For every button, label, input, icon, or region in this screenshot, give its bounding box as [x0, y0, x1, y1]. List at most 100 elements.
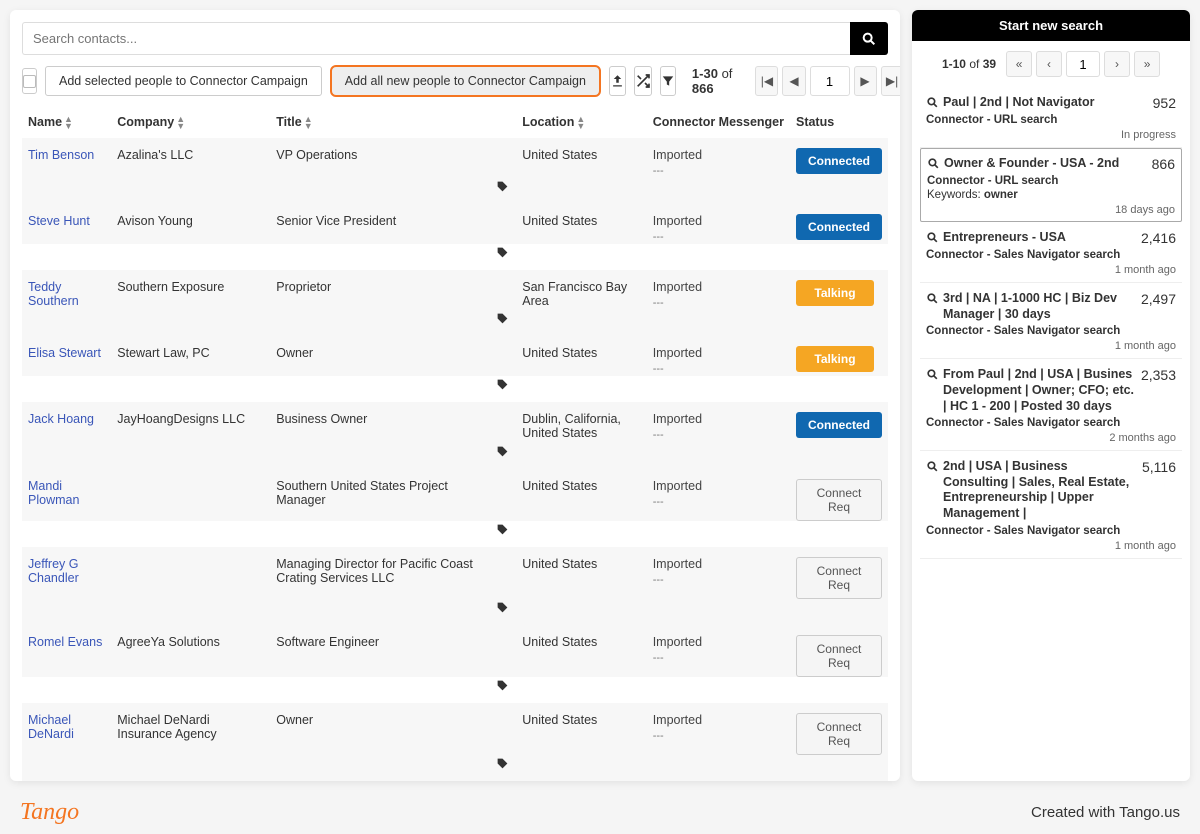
saved-title-text: 3rd | NA | 1-1000 HC | Biz Dev Manager |… — [943, 291, 1135, 322]
connect-req-button[interactable]: Connect Req — [796, 713, 882, 755]
saved-keywords: Keywords: owner — [927, 189, 1175, 201]
contact-name-link[interactable]: Romel Evans — [28, 635, 102, 649]
location-cell: United States — [516, 138, 646, 178]
messenger-cell: Imported--- — [647, 138, 790, 178]
pagination: 1-30 of 866 |◀ ◀ ▶ ▶| — [692, 66, 900, 96]
page-total: 866 — [692, 81, 714, 96]
export-button[interactable] — [609, 66, 626, 96]
contact-name-link[interactable]: Jeffrey G Chandler — [28, 557, 79, 585]
contact-name-link[interactable]: Elisa Stewart — [28, 346, 101, 360]
company-cell: AgreeYa Solutions — [111, 625, 270, 677]
status-badge[interactable]: Connected — [796, 412, 882, 438]
search-icon — [861, 31, 877, 47]
side-page-input[interactable] — [1066, 51, 1100, 77]
tag-icon[interactable] — [496, 601, 510, 614]
contact-name-link[interactable]: Steve Hunt — [28, 214, 90, 228]
tag-icon[interactable] — [496, 523, 510, 536]
table-row: Teddy Southern Southern Exposure Proprie… — [22, 270, 888, 310]
tag-icon[interactable] — [496, 679, 510, 692]
location-cell: United States — [516, 703, 646, 755]
tag-icon[interactable] — [496, 445, 510, 458]
messenger-cell: Imported--- — [647, 625, 790, 677]
search-button[interactable] — [850, 22, 888, 55]
tag-icon[interactable] — [496, 246, 510, 259]
saved-search-item[interactable]: From Paul | 2nd | USA | Busines Developm… — [920, 359, 1182, 451]
saved-search-item[interactable]: 3rd | NA | 1-1000 HC | Biz Dev Manager |… — [920, 283, 1182, 359]
side-first-page[interactable]: « — [1006, 51, 1032, 77]
saved-search-item[interactable]: Entrepreneurs - USA 2,416 Connector - Sa… — [920, 222, 1182, 283]
status-badge[interactable]: Talking — [796, 346, 874, 372]
connect-req-button[interactable]: Connect Req — [796, 635, 882, 677]
contact-name-link[interactable]: Jack Hoang — [28, 412, 94, 426]
side-prev-page[interactable]: ‹ — [1036, 51, 1062, 77]
contact-name-link[interactable]: Mandi Plowman — [28, 479, 79, 507]
table-row: Mandi Plowman Southern United States Pro… — [22, 469, 888, 521]
company-cell: Michael DeNardi Insurance Agency — [111, 703, 270, 755]
search-icon — [926, 231, 939, 244]
saved-title-text: Owner & Founder - USA - 2nd — [944, 156, 1119, 172]
company-cell: JayHoangDesigns LLC — [111, 402, 270, 442]
first-page-button[interactable]: |◀ — [755, 66, 778, 96]
shuffle-icon — [635, 73, 651, 89]
saved-search-item[interactable]: Owner & Founder - USA - 2nd 866 Connecto… — [920, 148, 1182, 222]
tag-icon[interactable] — [496, 180, 510, 193]
col-name[interactable]: Name▲▼ — [22, 105, 111, 138]
contact-name-link[interactable]: Michael DeNardi — [28, 713, 74, 741]
saved-time: In progress — [926, 129, 1176, 141]
title-cell: Business Owner — [270, 402, 490, 442]
tag-icon[interactable] — [496, 312, 510, 325]
saved-source: Connector - Sales Navigator search — [926, 249, 1176, 261]
saved-count: 2,416 — [1141, 230, 1176, 246]
title-cell: Senior Vice President — [270, 204, 490, 244]
saved-title-text: From Paul | 2nd | USA | Busines Developm… — [943, 367, 1135, 414]
contact-name-link[interactable]: Teddy Southern — [28, 280, 79, 308]
title-cell: Proprietor — [270, 270, 490, 310]
messenger-cell: Imported--- — [647, 703, 790, 755]
table-row: Jeffrey G Chandler Managing Director for… — [22, 547, 888, 599]
messenger-cell: Imported--- — [647, 204, 790, 244]
side-next-page[interactable]: › — [1104, 51, 1130, 77]
col-title[interactable]: Title▲▼ — [270, 105, 490, 138]
search-input[interactable] — [22, 22, 850, 55]
search-icon — [926, 96, 939, 109]
filter-icon — [661, 74, 675, 88]
page-input[interactable] — [810, 66, 850, 96]
table-row: Jack Hoang JayHoangDesigns LLC Business … — [22, 402, 888, 442]
add-all-new-button[interactable]: Add all new people to Connector Campaign — [330, 65, 601, 97]
saved-title-text: Entrepreneurs - USA — [943, 230, 1066, 246]
shuffle-button[interactable] — [634, 66, 652, 96]
status-badge[interactable]: Talking — [796, 280, 874, 306]
saved-count: 5,116 — [1142, 459, 1176, 475]
search-icon — [926, 368, 939, 381]
location-cell: United States — [516, 204, 646, 244]
start-new-search-button[interactable]: Start new search — [912, 10, 1190, 41]
contacts-table: Name▲▼ Company▲▼ Title▲▼ Location▲▼ Conn… — [22, 105, 888, 781]
saved-search-item[interactable]: Paul | 2nd | Not Navigator 952 Connector… — [920, 87, 1182, 148]
status-badge[interactable]: Connected — [796, 214, 882, 240]
col-company[interactable]: Company▲▼ — [111, 105, 270, 138]
contact-name-link[interactable]: Tim Benson — [28, 148, 94, 162]
prev-page-button[interactable]: ◀ — [782, 66, 805, 96]
saved-time: 2 months ago — [926, 432, 1176, 444]
status-badge[interactable]: Connected — [796, 148, 882, 174]
connect-req-button[interactable]: Connect Req — [796, 479, 882, 521]
saved-search-item[interactable]: 2nd | USA | Business Consulting | Sales,… — [920, 451, 1182, 559]
col-location[interactable]: Location▲▼ — [516, 105, 646, 138]
title-cell: Southern United States Project Manager — [270, 469, 490, 521]
location-cell: United States — [516, 547, 646, 599]
add-selected-button[interactable]: Add selected people to Connector Campaig… — [45, 66, 322, 96]
connect-req-button[interactable]: Connect Req — [796, 557, 882, 599]
saved-time: 1 month ago — [926, 540, 1176, 552]
side-last-page[interactable]: » — [1134, 51, 1160, 77]
select-all-checkbox[interactable] — [22, 68, 37, 94]
next-page-button[interactable]: ▶ — [854, 66, 877, 96]
company-cell: Stewart Law, PC — [111, 336, 270, 376]
title-cell: Owner — [270, 703, 490, 755]
table-row: Romel Evans AgreeYa Solutions Software E… — [22, 625, 888, 677]
tag-icon[interactable] — [496, 378, 510, 391]
last-page-button[interactable]: ▶| — [881, 66, 900, 96]
location-cell: United States — [516, 336, 646, 376]
tag-icon[interactable] — [496, 757, 510, 770]
filter-button[interactable] — [660, 66, 676, 96]
saved-count: 2,497 — [1141, 291, 1176, 307]
